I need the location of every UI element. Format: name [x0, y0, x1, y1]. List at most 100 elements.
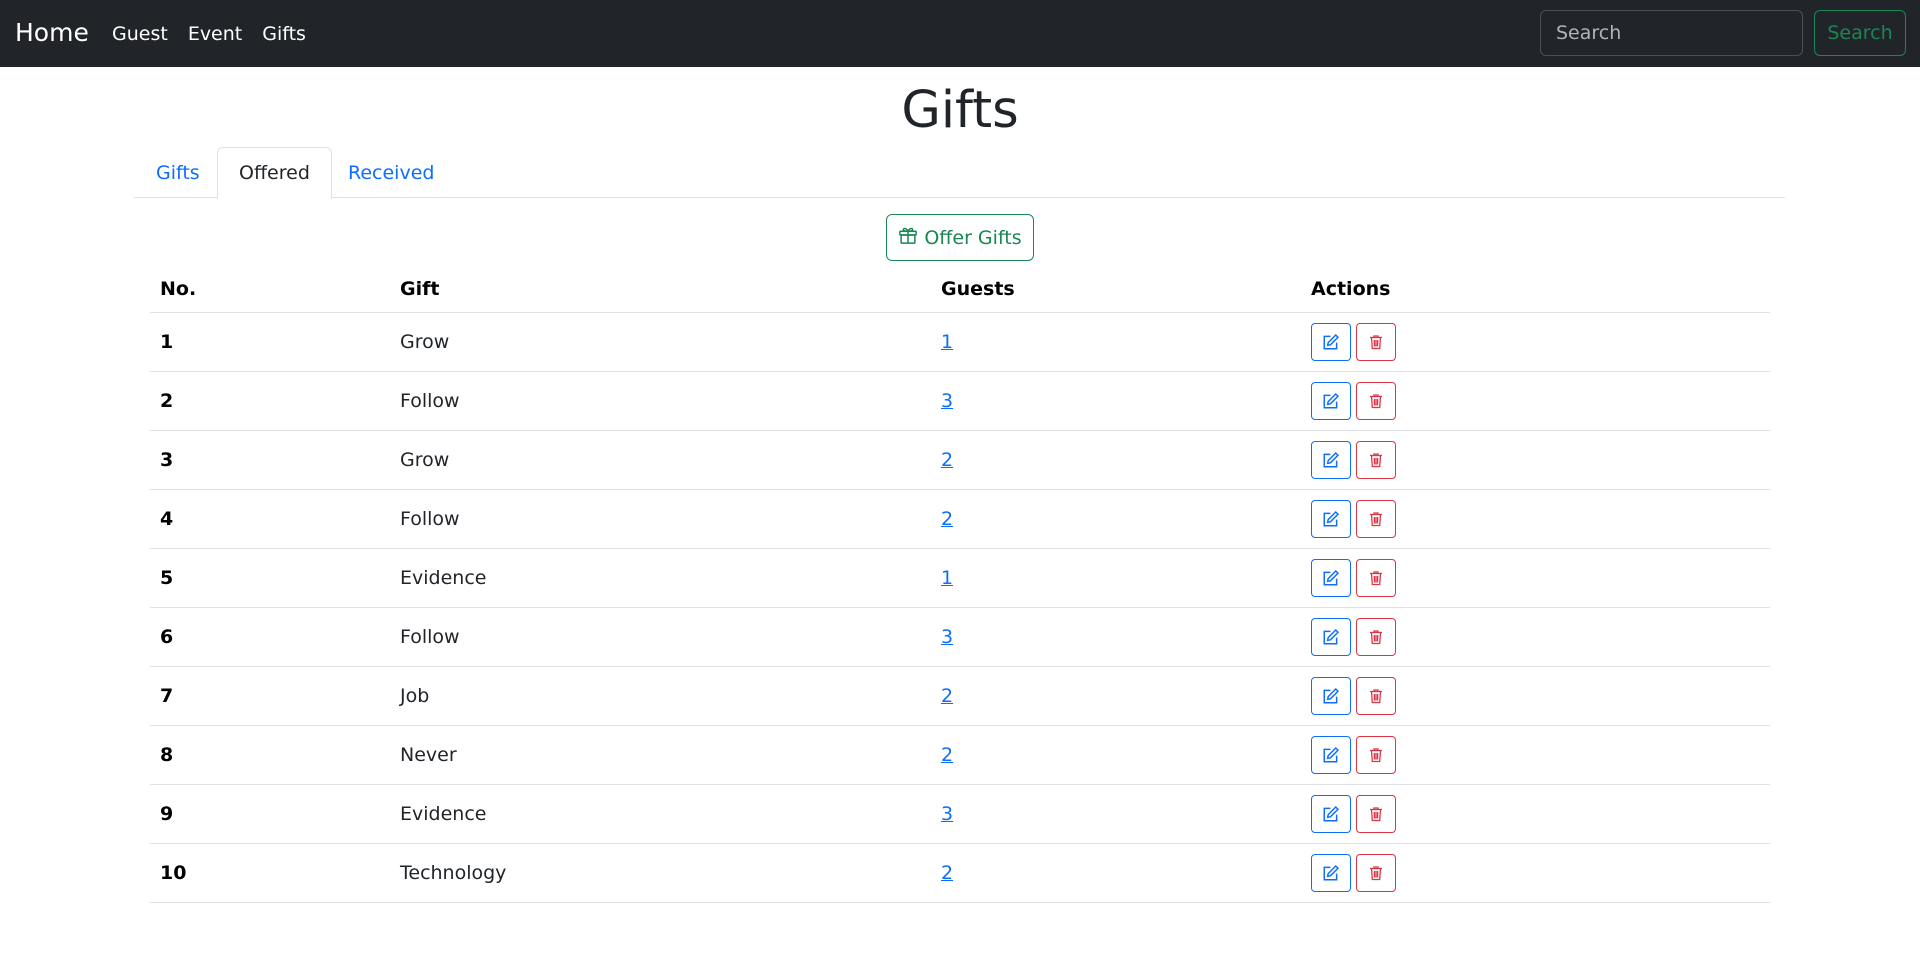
page-title: Gifts [901, 81, 1019, 140]
edit-button[interactable] [1311, 440, 1351, 479]
offer-gifts-button[interactable]: Offer Gifts [886, 214, 1034, 261]
row-number: 1 [150, 312, 390, 372]
delete-button[interactable] [1356, 322, 1396, 361]
guests-count-link[interactable]: 2 [941, 862, 953, 884]
search-button[interactable]: Search [1814, 10, 1906, 56]
trash-icon [1368, 333, 1384, 351]
guests-count-link[interactable]: 2 [941, 508, 953, 530]
row-number: 9 [150, 784, 390, 844]
table-row: 7 Job 2 [150, 666, 1770, 726]
tab-gifts[interactable]: Gifts [134, 147, 222, 198]
nav-links: Guest Event Gifts [112, 20, 326, 48]
guests-cell: 1 [931, 548, 1301, 608]
delete-button[interactable] [1356, 558, 1396, 597]
delete-button[interactable] [1356, 440, 1396, 479]
gift-name: Evidence [390, 784, 931, 844]
actions-cell [1301, 725, 1770, 785]
delete-button[interactable] [1356, 499, 1396, 538]
nav-link-gifts[interactable]: Gifts [262, 20, 306, 48]
gift-name: Technology [390, 843, 931, 903]
guests-count-link[interactable]: 3 [941, 626, 953, 648]
nav-link-event[interactable]: Event [188, 20, 242, 48]
trash-icon [1368, 746, 1384, 764]
edit-icon [1322, 451, 1340, 469]
table-row: 3 Grow 2 [150, 430, 1770, 490]
edit-icon [1322, 333, 1340, 351]
edit-icon [1322, 392, 1340, 410]
gift-name: Follow [390, 607, 931, 667]
actions-cell [1301, 312, 1770, 372]
gift-name: Follow [390, 371, 931, 431]
guests-cell: 2 [931, 725, 1301, 785]
delete-button[interactable] [1356, 794, 1396, 833]
tab-received[interactable]: Received [326, 147, 456, 198]
trash-icon [1368, 864, 1384, 882]
guests-cell: 2 [931, 430, 1301, 490]
delete-button[interactable] [1356, 853, 1396, 892]
delete-button[interactable] [1356, 381, 1396, 420]
guests-count-link[interactable]: 1 [941, 331, 953, 353]
delete-button[interactable] [1356, 617, 1396, 656]
guests-cell: 3 [931, 607, 1301, 667]
tab-bar: Gifts Offered Received [134, 147, 1785, 199]
trash-icon [1368, 628, 1384, 646]
table-header-row: No. Gift Guests Actions [150, 266, 1770, 313]
edit-button[interactable] [1311, 322, 1351, 361]
search-input[interactable] [1540, 10, 1803, 56]
tab-offered[interactable]: Offered [217, 147, 332, 199]
table-row: 8 Never 2 [150, 725, 1770, 785]
offer-gifts-label: Offer Gifts [924, 226, 1022, 249]
delete-button[interactable] [1356, 735, 1396, 774]
guests-count-link[interactable]: 2 [941, 685, 953, 707]
delete-button[interactable] [1356, 676, 1396, 715]
actions-cell [1301, 548, 1770, 608]
offered-gifts-table: No. Gift Guests Actions 1 Grow 1 2 Follow 3 3 G… [150, 266, 1770, 903]
actions-cell [1301, 371, 1770, 431]
guests-cell: 2 [931, 666, 1301, 726]
edit-icon [1322, 805, 1340, 823]
edit-button[interactable] [1311, 381, 1351, 420]
guests-cell: 3 [931, 371, 1301, 431]
guests-count-link[interactable]: 3 [941, 390, 953, 412]
edit-button[interactable] [1311, 558, 1351, 597]
table-row: 4 Follow 2 [150, 489, 1770, 549]
guests-count-link[interactable]: 2 [941, 744, 953, 766]
guests-cell: 3 [931, 784, 1301, 844]
actions-cell [1301, 430, 1770, 490]
header-no: No. [150, 266, 390, 313]
guests-count-link[interactable]: 3 [941, 803, 953, 825]
guests-cell: 2 [931, 489, 1301, 549]
actions-cell [1301, 784, 1770, 844]
actions-cell [1301, 489, 1770, 549]
table-row: 2 Follow 3 [150, 371, 1770, 431]
edit-icon [1322, 628, 1340, 646]
top-navbar: Home Guest Event Gifts Search [0, 0, 1920, 67]
guests-count-link[interactable]: 2 [941, 449, 953, 471]
actions-cell [1301, 843, 1770, 903]
trash-icon [1368, 569, 1384, 587]
edit-icon [1322, 569, 1340, 587]
table-row: 9 Evidence 3 [150, 784, 1770, 844]
nav-link-guest[interactable]: Guest [112, 20, 168, 48]
edit-button[interactable] [1311, 853, 1351, 892]
table-row: 1 Grow 1 [150, 312, 1770, 372]
edit-button[interactable] [1311, 499, 1351, 538]
home-link[interactable]: Home [15, 16, 89, 50]
row-number: 4 [150, 489, 390, 549]
gift-name: Evidence [390, 548, 931, 608]
table-row: 10 Technology 2 [150, 843, 1770, 903]
trash-icon [1368, 392, 1384, 410]
edit-icon [1322, 746, 1340, 764]
header-gift: Gift [390, 266, 931, 313]
guests-cell: 2 [931, 843, 1301, 903]
gift-icon [898, 225, 918, 250]
edit-button[interactable] [1311, 676, 1351, 715]
edit-button[interactable] [1311, 617, 1351, 656]
gift-name: Grow [390, 312, 931, 372]
edit-button[interactable] [1311, 794, 1351, 833]
table-row: 5 Evidence 1 [150, 548, 1770, 608]
trash-icon [1368, 687, 1384, 705]
trash-icon [1368, 451, 1384, 469]
guests-count-link[interactable]: 1 [941, 567, 953, 589]
edit-button[interactable] [1311, 735, 1351, 774]
